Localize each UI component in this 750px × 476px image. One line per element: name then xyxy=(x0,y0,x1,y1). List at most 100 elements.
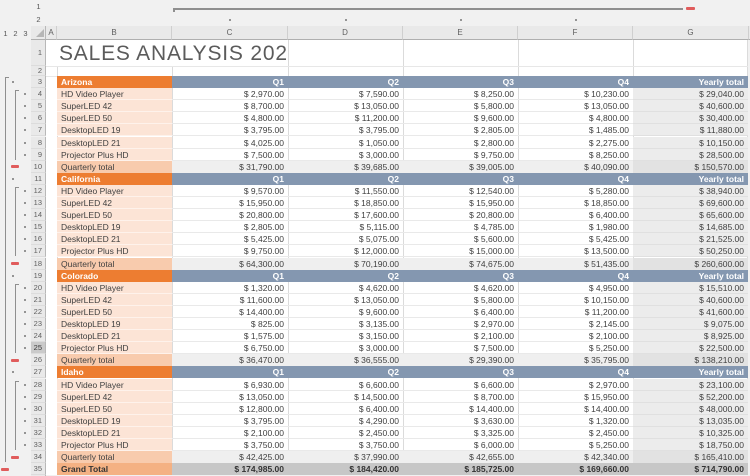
row-header-6[interactable]: 6 xyxy=(31,112,46,124)
cell-product-name[interactable]: Projector Plus HD xyxy=(57,342,172,354)
cell-quarter-header[interactable]: Q3 xyxy=(403,366,518,378)
cell-yearly-value[interactable]: $ 9,075.00 xyxy=(633,318,748,330)
cell-value[interactable]: $ 6,930.00 xyxy=(172,379,288,391)
cell-value[interactable]: $ 11,550.00 xyxy=(288,185,403,197)
cell-value[interactable]: $ 4,950.00 xyxy=(518,282,633,294)
cell-value[interactable]: $ 13,500.00 xyxy=(518,245,633,257)
cell-state-name[interactable]: Idaho xyxy=(57,366,172,378)
cell-value[interactable]: $ 4,620.00 xyxy=(403,282,518,294)
cell-quarterly-total-value[interactable]: $ 40,090.00 xyxy=(518,161,633,173)
column-header-a[interactable]: A xyxy=(46,26,57,40)
cell-value[interactable]: $ 5,800.00 xyxy=(403,100,518,112)
cell-value[interactable]: $ 1,980.00 xyxy=(518,221,633,233)
row-header-15[interactable]: 15 xyxy=(31,221,46,233)
cell-product-name[interactable]: DesktopLED 21 xyxy=(57,427,172,439)
cell-quarter-header[interactable]: Q3 xyxy=(403,76,518,88)
row-header-34[interactable]: 34 xyxy=(31,451,46,463)
cell-yearly-value[interactable]: $ 65,600.00 xyxy=(633,209,748,221)
row-header-12[interactable]: 12 xyxy=(31,185,46,197)
row-header-1[interactable]: 1 xyxy=(31,40,46,66)
cell-yearly-value[interactable]: $ 52,200.00 xyxy=(633,391,748,403)
cell-quarterly-total-value[interactable]: $ 35,795.00 xyxy=(518,354,633,366)
cell-product-name[interactable]: SuperLED 42 xyxy=(57,391,172,403)
cell-product-name[interactable]: HD Video Player xyxy=(57,185,172,197)
cell-value[interactable]: $ 3,795.00 xyxy=(172,124,288,136)
row-header-17[interactable]: 17 xyxy=(31,245,46,257)
cell-product-name[interactable]: SuperLED 42 xyxy=(57,100,172,112)
cell-quarterly-total-value[interactable]: $ 42,655.00 xyxy=(403,451,518,463)
cell-yearly-header[interactable]: Yearly total xyxy=(633,270,748,282)
cell-yearly-value[interactable]: $ 8,925.00 xyxy=(633,330,748,342)
cell-yearly-header[interactable]: Yearly total xyxy=(633,173,748,185)
cell-value[interactable]: $ 4,800.00 xyxy=(172,112,288,124)
cell-quarter-header[interactable]: Q2 xyxy=(288,173,403,185)
cell-value[interactable]: $ 3,795.00 xyxy=(172,415,288,427)
cell-value[interactable]: $ 12,800.00 xyxy=(172,403,288,415)
row-header-27[interactable]: 27 xyxy=(31,366,46,378)
cell-value[interactable]: $ 2,450.00 xyxy=(288,427,403,439)
column-header-f[interactable]: F xyxy=(518,26,633,40)
cell-value[interactable]: $ 20,800.00 xyxy=(403,209,518,221)
cell-value[interactable]: $ 825.00 xyxy=(172,318,288,330)
cell-value[interactable]: $ 9,750.00 xyxy=(403,149,518,161)
cell-value[interactable]: $ 9,600.00 xyxy=(288,306,403,318)
row-header-31[interactable]: 31 xyxy=(31,415,46,427)
cell-quarterly-total-value[interactable]: $ 51,435.00 xyxy=(518,258,633,270)
row-header-32[interactable]: 32 xyxy=(31,427,46,439)
outline-collapse-button-grand[interactable] xyxy=(1,468,9,471)
row-header-16[interactable]: 16 xyxy=(31,233,46,245)
outline-collapse-button-state[interactable] xyxy=(11,359,19,362)
cell-quarter-header[interactable]: Q2 xyxy=(288,76,403,88)
select-all-corner[interactable] xyxy=(31,26,46,40)
cell-yearly-value[interactable]: $ 21,525.00 xyxy=(633,233,748,245)
cell-quarterly-total-yearly[interactable]: $ 260,600.00 xyxy=(633,258,748,270)
cell-value[interactable]: $ 8,250.00 xyxy=(518,149,633,161)
cell-value[interactable]: $ 3,750.00 xyxy=(172,439,288,451)
column-header-c[interactable]: C xyxy=(172,26,288,40)
row-header-23[interactable]: 23 xyxy=(31,318,46,330)
row-header-33[interactable]: 33 xyxy=(31,439,46,451)
cell-value[interactable]: $ 18,850.00 xyxy=(288,197,403,209)
row-header-21[interactable]: 21 xyxy=(31,294,46,306)
cell-value[interactable]: $ 4,620.00 xyxy=(288,282,403,294)
cell-value[interactable]: $ 1,320.00 xyxy=(172,282,288,294)
cell-grand-total-value[interactable]: $ 184,420.00 xyxy=(288,463,403,475)
row-header-7[interactable]: 7 xyxy=(31,124,46,136)
cell-value[interactable]: $ 5,425.00 xyxy=(172,233,288,245)
cell-quarterly-total-value[interactable]: $ 42,340.00 xyxy=(518,451,633,463)
cell-value[interactable]: $ 2,100.00 xyxy=(518,330,633,342)
cell-grand-total-value[interactable]: $ 185,725.00 xyxy=(403,463,518,475)
cell-quarterly-total-value[interactable]: $ 39,685.00 xyxy=(288,161,403,173)
cell-product-name[interactable]: DesktopLED 19 xyxy=(57,221,172,233)
cell-product-name[interactable]: SuperLED 42 xyxy=(57,197,172,209)
row-header-22[interactable]: 22 xyxy=(31,306,46,318)
cell-grand-total-label[interactable]: Grand Total xyxy=(57,463,172,475)
outline-collapse-button-columns[interactable] xyxy=(686,7,695,10)
cell-yearly-value[interactable]: $ 50,250.00 xyxy=(633,245,748,257)
cell-quarterly-total-label[interactable]: Quarterly total xyxy=(57,451,172,463)
cell-yearly-value[interactable]: $ 40,600.00 xyxy=(633,294,748,306)
cell-value[interactable]: $ 13,050.00 xyxy=(172,391,288,403)
cell-value[interactable]: $ 2,145.00 xyxy=(518,318,633,330)
cell-value[interactable]: $ 2,970.00 xyxy=(403,318,518,330)
cell-product-name[interactable]: Projector Plus HD xyxy=(57,439,172,451)
cell-value[interactable]: $ 5,600.00 xyxy=(403,233,518,245)
sheet-title-cell[interactable]: SALES ANALYSIS 2020 xyxy=(57,40,288,66)
cell-value[interactable]: $ 2,805.00 xyxy=(172,221,288,233)
cell-yearly-value[interactable]: $ 23,100.00 xyxy=(633,379,748,391)
cell-state-name[interactable]: California xyxy=(57,173,172,185)
outline-collapse-button-state[interactable] xyxy=(11,165,19,168)
cell-value[interactable]: $ 14,400.00 xyxy=(403,403,518,415)
cell-quarterly-total-value[interactable]: $ 31,790.00 xyxy=(172,161,288,173)
outline-col-level-button-1[interactable]: 1 xyxy=(32,1,45,12)
cell-value[interactable]: $ 2,100.00 xyxy=(172,427,288,439)
cell-quarterly-total-value[interactable]: $ 29,390.00 xyxy=(403,354,518,366)
outline-row-level-button-2[interactable]: 2 xyxy=(11,28,20,39)
row-header-30[interactable]: 30 xyxy=(31,403,46,415)
row-header-9[interactable]: 9 xyxy=(31,149,46,161)
cell-value[interactable]: $ 6,400.00 xyxy=(403,306,518,318)
cell-product-name[interactable]: Projector Plus HD xyxy=(57,149,172,161)
cell-value[interactable]: $ 7,590.00 xyxy=(288,88,403,100)
cell-yearly-value[interactable]: $ 40,600.00 xyxy=(633,100,748,112)
cell-product-name[interactable]: HD Video Player xyxy=(57,379,172,391)
